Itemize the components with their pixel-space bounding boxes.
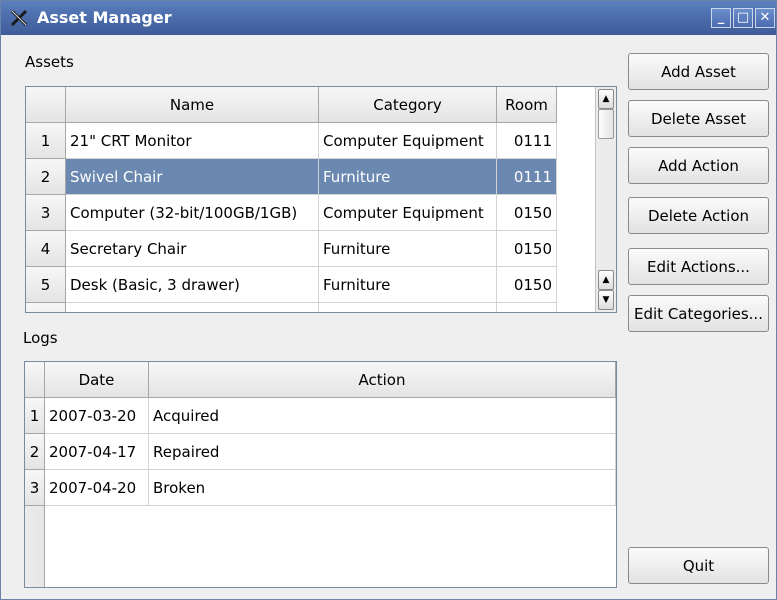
log-row-cell-action[interactable]: Acquired (149, 398, 616, 434)
table-row-cell-name[interactable]: 21" CRT Monitor (66, 123, 319, 159)
maximize-button[interactable]: □ (733, 8, 753, 28)
delete-action-button[interactable]: Delete Action (628, 197, 769, 234)
logs-row-header-empty (25, 506, 45, 587)
log-row-cell-date[interactable]: 2007-04-20 (45, 470, 149, 506)
log-row-cell-date[interactable]: 2007-04-17 (45, 434, 149, 470)
logs-header-action[interactable]: Action (149, 362, 616, 398)
table-row-cell-name[interactable]: Desk (Basic, 3 drawer) (66, 267, 319, 303)
scroll-up-small-icon[interactable]: ▲ (598, 270, 614, 290)
assets-header-room[interactable]: Room (497, 87, 557, 123)
edit-categories-button[interactable]: Edit Categories... (628, 295, 769, 332)
logs-label: Logs (23, 329, 58, 347)
edit-actions-button[interactable]: Edit Actions... (628, 248, 769, 285)
logs-header-date[interactable]: Date (45, 362, 149, 398)
assets-row-number[interactable]: 2 (26, 159, 66, 195)
app-x-icon (10, 9, 28, 27)
assets-header-category[interactable]: Category (319, 87, 497, 123)
logs-corner-header (25, 362, 45, 398)
assets-row-number[interactable]: 3 (26, 195, 66, 231)
table-row-cell-partial[interactable] (497, 303, 557, 312)
window-title: Asset Manager (37, 8, 172, 27)
quit-button[interactable]: Quit (628, 547, 769, 584)
table-row-cell-room[interactable]: 0150 (497, 267, 557, 303)
logs-table[interactable]: Date Action 1 2007-03-20 Acquired 2 2007… (24, 361, 617, 588)
table-row-cell-room[interactable]: 0150 (497, 231, 557, 267)
assets-corner-header (26, 87, 66, 123)
scroll-up-icon[interactable]: ▲ (598, 89, 614, 109)
add-action-button[interactable]: Add Action (628, 147, 769, 184)
logs-row-number[interactable]: 1 (25, 398, 45, 434)
table-row-cell-room[interactable]: 0150 (497, 195, 557, 231)
assets-table[interactable]: Name Category Room 1 21" CRT Monitor Com… (25, 86, 617, 313)
selected-row-cell-category[interactable]: Furniture (319, 159, 497, 195)
log-row-cell-action[interactable]: Repaired (149, 434, 616, 470)
table-row-cell-partial[interactable] (66, 303, 319, 312)
logs-row-number[interactable]: 2 (25, 434, 45, 470)
close-button[interactable]: ✕ (755, 8, 775, 28)
log-row-cell-date[interactable]: 2007-03-20 (45, 398, 149, 434)
assets-row-number-partial[interactable] (26, 303, 66, 312)
assets-row-number[interactable]: 1 (26, 123, 66, 159)
table-row-cell-category[interactable]: Furniture (319, 267, 497, 303)
table-row-cell-category[interactable]: Computer Equipment (319, 195, 497, 231)
logs-row-number[interactable]: 3 (25, 470, 45, 506)
assets-vertical-scrollbar[interactable]: ▲ ▲ ▼ (595, 87, 616, 312)
scroll-thumb[interactable] (598, 109, 614, 139)
table-row-cell-room[interactable]: 0111 (497, 123, 557, 159)
scroll-down-icon[interactable]: ▼ (598, 290, 614, 310)
asset-manager-window: Asset Manager _ □ ✕ Assets Name Category… (0, 0, 777, 600)
assets-label: Assets (25, 53, 74, 71)
table-row-cell-name[interactable]: Secretary Chair (66, 231, 319, 267)
minimize-button[interactable]: _ (711, 8, 731, 28)
assets-row-number[interactable]: 4 (26, 231, 66, 267)
log-row-cell-action[interactable]: Broken (149, 470, 616, 506)
assets-header-name[interactable]: Name (66, 87, 319, 123)
add-asset-button[interactable]: Add Asset (628, 53, 769, 90)
title-bar[interactable]: Asset Manager _ □ ✕ (1, 1, 776, 35)
table-row-cell-category[interactable]: Computer Equipment (319, 123, 497, 159)
selected-row-cell-name[interactable]: Swivel Chair (66, 159, 319, 195)
table-row-cell-name[interactable]: Computer (32-bit/100GB/1GB) (66, 195, 319, 231)
assets-row-number[interactable]: 5 (26, 267, 66, 303)
table-row-cell-partial[interactable] (319, 303, 497, 312)
delete-asset-button[interactable]: Delete Asset (628, 100, 769, 137)
selected-row-cell-room[interactable]: 0111 (497, 159, 557, 195)
table-row-cell-category[interactable]: Furniture (319, 231, 497, 267)
